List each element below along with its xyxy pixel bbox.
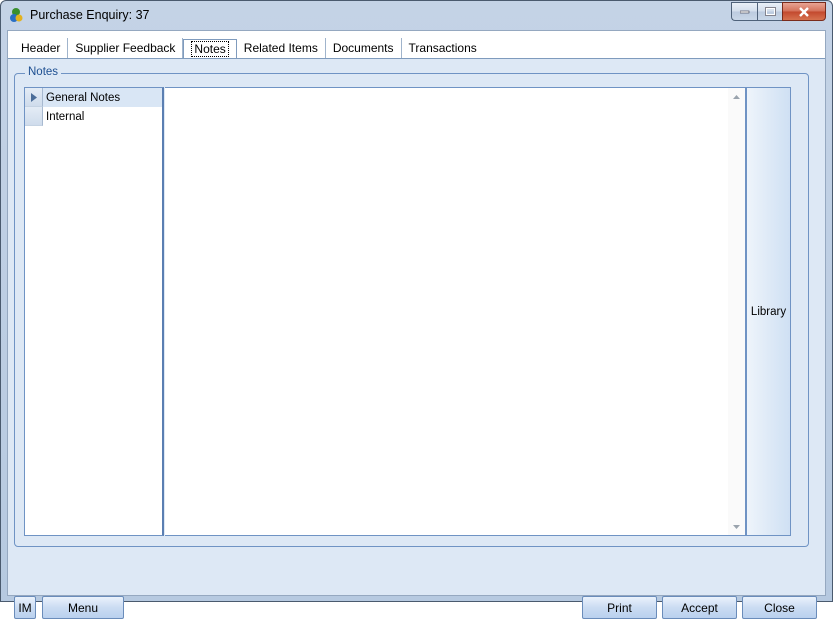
app-logo-icon: [10, 8, 23, 22]
tab-documents[interactable]: Documents: [326, 38, 402, 58]
tab-label: Header: [21, 41, 61, 55]
notes-groupbox: Notes General Notes Internal Library: [14, 66, 809, 547]
editor-scrollbar[interactable]: [728, 88, 745, 535]
close-button[interactable]: Close: [742, 596, 817, 619]
list-item[interactable]: General Notes: [25, 88, 162, 107]
accept-button[interactable]: Accept: [662, 596, 737, 619]
minimize-icon: [739, 10, 749, 13]
tab-notes[interactable]: Notes: [183, 39, 237, 59]
notes-tab-panel: Notes General Notes Internal Library IM …: [8, 58, 825, 619]
purchase-enquiry-window: Purchase Enquiry: 37 Header Supplier Fee…: [0, 0, 833, 619]
maximize-icon: [764, 7, 776, 16]
tab-related-items[interactable]: Related Items: [237, 38, 326, 58]
scroll-down-icon: [733, 524, 740, 529]
notes-group-legend: Notes: [25, 66, 62, 78]
close-icon: [799, 6, 809, 17]
tab-header[interactable]: Header: [14, 38, 69, 58]
print-button[interactable]: Print: [582, 596, 657, 619]
current-row-arrow-icon: [30, 92, 37, 102]
scroll-down-button[interactable]: [732, 522, 741, 531]
maximize-button[interactable]: [757, 2, 782, 21]
scroll-up-button[interactable]: [732, 92, 741, 101]
tab-supplier-feedback[interactable]: Supplier Feedback: [68, 38, 184, 58]
row-header[interactable]: [25, 107, 43, 126]
tab-label: Transactions: [408, 41, 477, 55]
im-button[interactable]: IM: [14, 596, 36, 619]
scroll-up-icon: [733, 94, 740, 99]
row-header[interactable]: [25, 88, 43, 107]
notes-list: General Notes Internal: [24, 87, 164, 536]
tab-label: Notes: [191, 41, 229, 57]
tab-label: Supplier Feedback: [75, 41, 176, 55]
window-title: Purchase Enquiry: 37: [30, 8, 150, 22]
tab-strip: Header Supplier Feedback Notes Related I…: [14, 38, 484, 59]
caption-buttons: [731, 2, 826, 21]
footer-bar: IM Menu Print Accept Close: [8, 593, 825, 623]
tab-label: Related Items: [243, 41, 318, 55]
menu-button[interactable]: Menu: [42, 596, 124, 619]
tab-label: Documents: [332, 41, 394, 55]
tab-transactions[interactable]: Transactions: [402, 38, 484, 58]
title-bar[interactable]: Purchase Enquiry: 37: [1, 1, 832, 29]
note-type-label: Internal: [46, 110, 85, 123]
note-text-editor[interactable]: [165, 87, 746, 536]
list-item[interactable]: Internal: [25, 107, 162, 126]
note-type-label: General Notes: [46, 91, 121, 104]
close-window-button[interactable]: [782, 2, 826, 21]
form-client-area: Header Supplier Feedback Notes Related I…: [7, 30, 826, 619]
minimize-button[interactable]: [731, 2, 757, 21]
library-button[interactable]: Library: [746, 87, 791, 536]
